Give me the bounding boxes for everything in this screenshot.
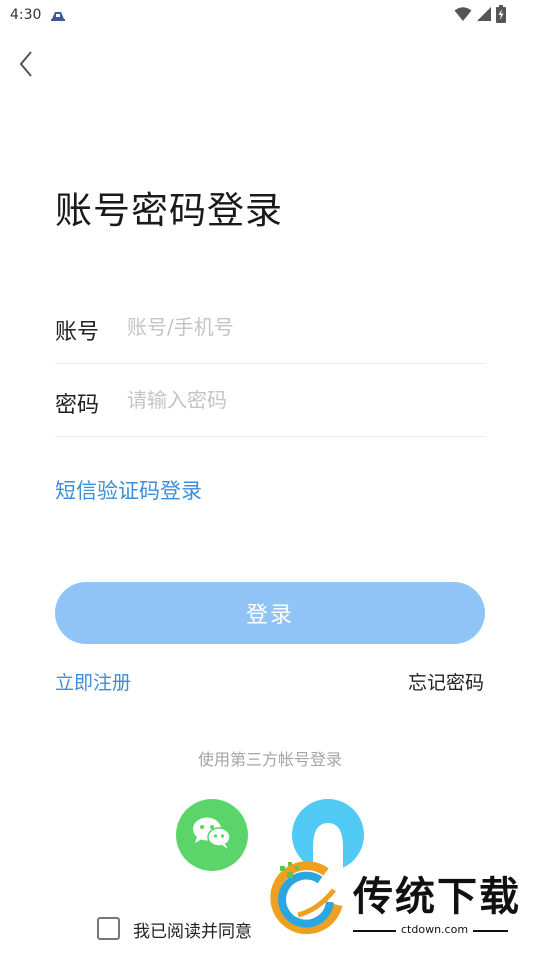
signal-icon [476, 6, 492, 26]
watermark-brand-text: 传统下载 [353, 874, 521, 920]
password-label: 密码 [55, 393, 100, 418]
account-input[interactable] [127, 308, 477, 346]
third-party-login-label: 使用第三方帐号登录 [197, 750, 342, 769]
account-field-row: 账号 [55, 292, 485, 364]
login-button[interactable]: 登录 [55, 582, 485, 644]
status-time: 4:30 [10, 7, 42, 23]
wechat-login-button[interactable] [176, 799, 248, 871]
wifi-icon [454, 6, 472, 26]
agreement-checkbox[interactable] [97, 917, 120, 940]
watermark-url: ctdown.com [396, 923, 474, 936]
back-button[interactable] [10, 50, 42, 82]
battery-charging-icon [496, 5, 506, 27]
agreement-text: 我已阅读并同意 [133, 922, 252, 942]
forgot-password-link[interactable]: 忘记密码 [408, 668, 484, 695]
chevron-left-icon [18, 50, 34, 82]
password-field-row: 密码 [55, 365, 485, 437]
account-label: 账号 [55, 320, 100, 345]
password-input[interactable] [127, 381, 477, 419]
wechat-icon [191, 815, 233, 855]
register-link[interactable]: 立即注册 [55, 668, 131, 695]
sms-login-link[interactable]: 短信验证码登录 [55, 475, 202, 505]
status-bar: 4:30 [0, 0, 540, 32]
status-icons [454, 5, 506, 27]
app-notification-icon [50, 8, 66, 22]
watermark: 传统下载 ctdown.com [268, 860, 528, 940]
page-title: 账号密码登录 [55, 189, 283, 232]
